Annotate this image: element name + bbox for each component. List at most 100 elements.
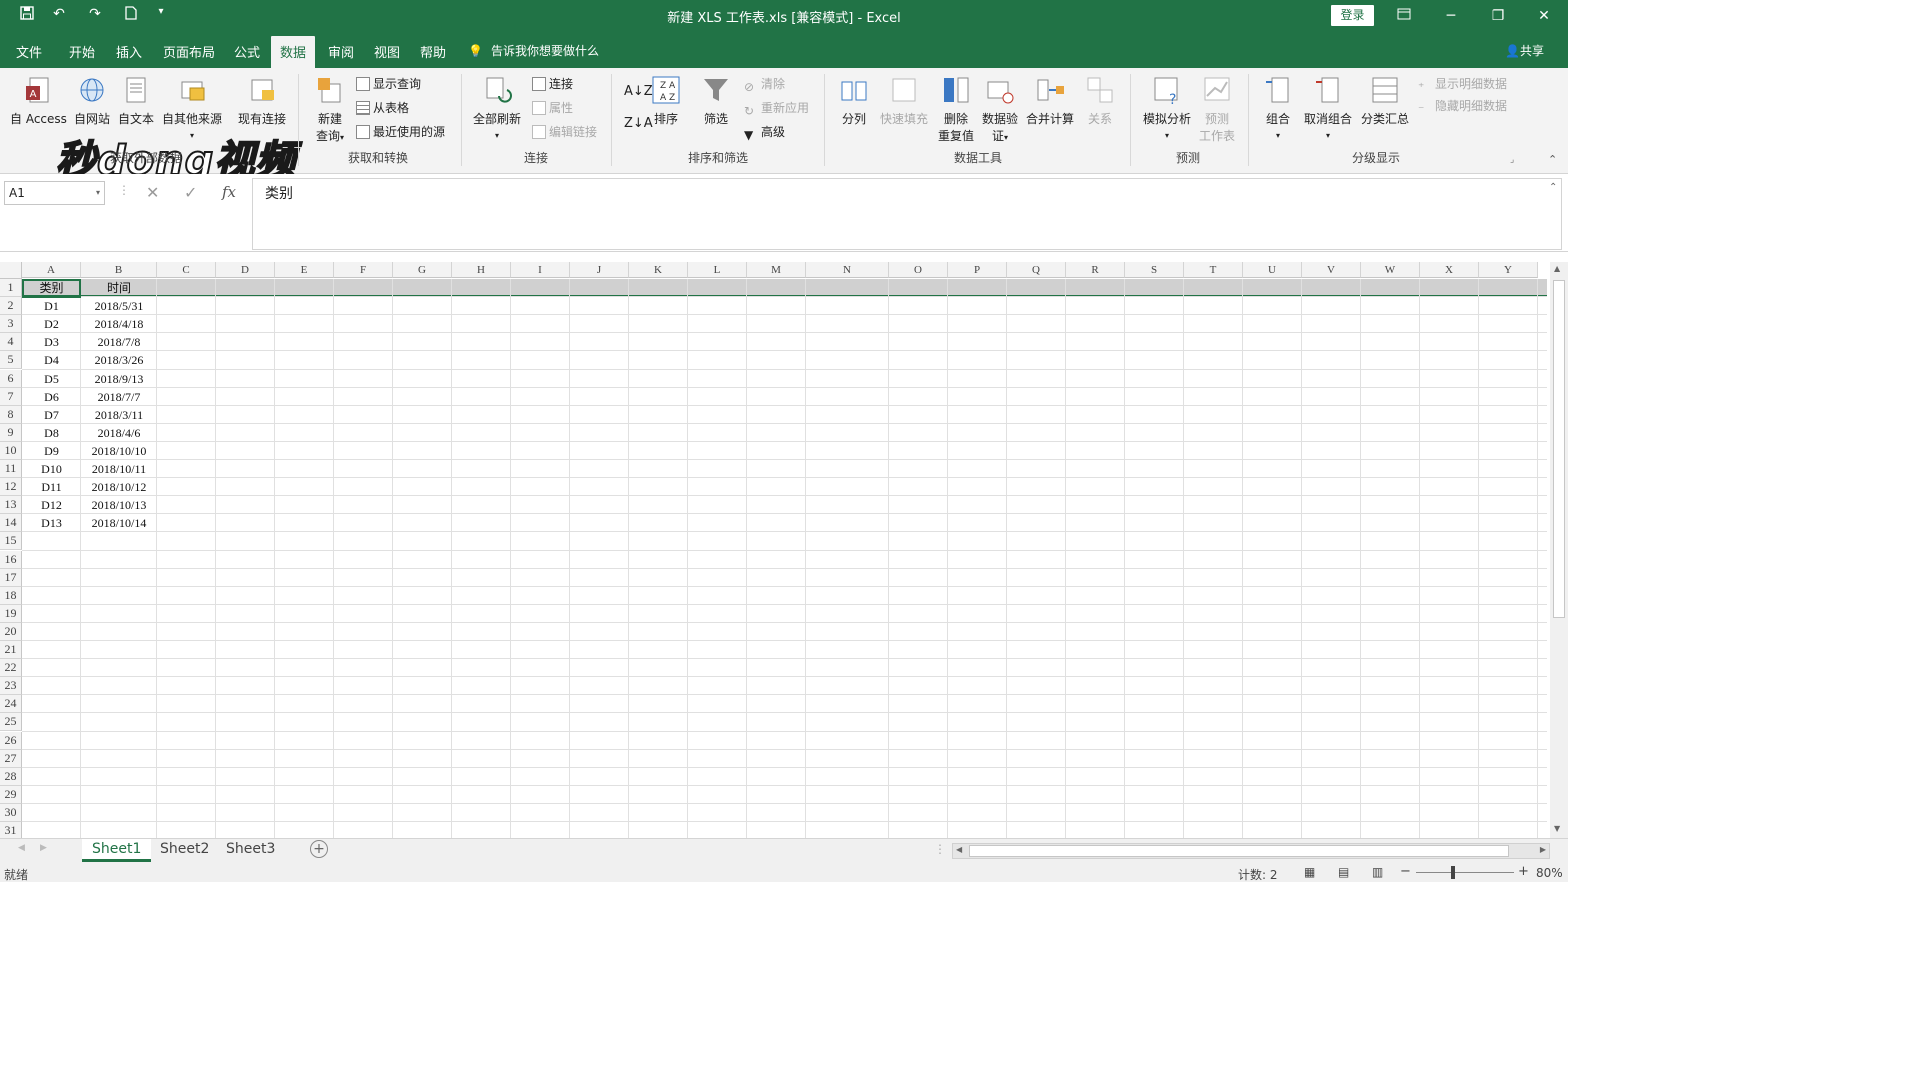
row-header[interactable]: 1: [0, 279, 22, 298]
page-layout-view-icon[interactable]: ▤: [1338, 865, 1349, 879]
row-header[interactable]: 17: [0, 568, 22, 587]
row-header[interactable]: 20: [0, 622, 22, 641]
column-header[interactable]: P: [948, 262, 1007, 278]
tab-page-layout[interactable]: 页面布局: [163, 42, 215, 61]
cancel-icon[interactable]: ✕: [146, 183, 159, 202]
group-button[interactable]: 组合 ▾: [1262, 74, 1294, 141]
filter-button[interactable]: 筛选: [700, 74, 732, 127]
tab-data[interactable]: 数据: [271, 36, 316, 68]
column-header[interactable]: X: [1420, 262, 1479, 278]
column-header[interactable]: C: [157, 262, 216, 278]
column-header[interactable]: O: [889, 262, 948, 278]
page-break-view-icon[interactable]: ▥: [1372, 865, 1383, 879]
sheet-tab-sheet3[interactable]: Sheet3: [216, 839, 285, 862]
dialog-launcher-icon[interactable]: ⌟: [1510, 150, 1514, 170]
row-header[interactable]: 6: [0, 369, 22, 388]
tab-insert[interactable]: 插入: [116, 42, 142, 61]
table-cell[interactable]: 2018/4/6: [81, 424, 157, 442]
table-cell[interactable]: D6: [22, 388, 81, 406]
row-header[interactable]: 3: [0, 315, 22, 334]
add-sheet-icon[interactable]: +: [310, 840, 328, 858]
row-header[interactable]: 2: [0, 297, 22, 316]
column-header[interactable]: E: [275, 262, 334, 278]
tab-help[interactable]: 帮助: [420, 42, 446, 61]
column-header[interactable]: K: [629, 262, 688, 278]
zoom-slider[interactable]: [1416, 872, 1514, 873]
table-cell[interactable]: D1: [22, 297, 81, 315]
table-cell[interactable]: D7: [22, 406, 81, 424]
row-header[interactable]: 27: [0, 749, 22, 768]
vertical-scroll-thumb[interactable]: [1553, 280, 1565, 618]
consolidate-button[interactable]: 合并计算: [1024, 74, 1076, 127]
row-header[interactable]: 13: [0, 496, 22, 515]
scroll-right-icon[interactable]: ▶: [1540, 845, 1546, 854]
ungroup-button[interactable]: 取消组合 ▾: [1302, 74, 1354, 141]
formula-input[interactable]: 类别: [252, 178, 1562, 250]
scroll-left-icon[interactable]: ◀: [956, 845, 962, 854]
reapply-button[interactable]: ↻ 重新应用: [744, 98, 809, 118]
prev-sheet-icon[interactable]: ◀: [18, 843, 25, 853]
tab-review[interactable]: 审阅: [328, 42, 354, 61]
table-cell[interactable]: D2: [22, 315, 81, 333]
tab-split-handle-icon[interactable]: ⋮: [934, 842, 946, 856]
scroll-up-icon[interactable]: ▲: [1554, 264, 1560, 273]
column-header[interactable]: G: [393, 262, 452, 278]
show-detail-button[interactable]: ⁺ 显示明细数据: [1418, 74, 1507, 94]
row-header[interactable]: 24: [0, 695, 22, 714]
row-header[interactable]: 9: [0, 423, 22, 442]
table-cell[interactable]: 2018/10/14: [81, 514, 157, 532]
column-header[interactable]: H: [452, 262, 511, 278]
column-header[interactable]: T: [1184, 262, 1243, 278]
table-cell[interactable]: D10: [22, 460, 81, 478]
new-query-button[interactable]: 新建 查询▾: [310, 74, 350, 144]
table-cell[interactable]: 2018/5/31: [81, 297, 157, 315]
row-header[interactable]: 19: [0, 604, 22, 623]
remove-duplicates-button[interactable]: 删除 重复值: [936, 74, 976, 144]
show-queries-button[interactable]: 显示查询: [356, 74, 421, 94]
login-button[interactable]: 登录: [1331, 5, 1374, 26]
zoom-in-icon[interactable]: +: [1518, 864, 1529, 879]
zoom-level[interactable]: 80%: [1536, 866, 1563, 880]
column-header[interactable]: R: [1066, 262, 1125, 278]
name-box[interactable]: A1 ▾: [4, 181, 105, 205]
row-header[interactable]: 30: [0, 803, 22, 822]
row-header[interactable]: 16: [0, 550, 22, 569]
enter-icon[interactable]: ✓: [184, 183, 197, 202]
table-cell[interactable]: 2018/4/18: [81, 315, 157, 333]
tab-view[interactable]: 视图: [374, 42, 400, 61]
column-header[interactable]: A: [22, 262, 81, 278]
row-header[interactable]: 11: [0, 460, 22, 479]
table-header-cell[interactable]: 时间: [81, 279, 157, 297]
row-header[interactable]: 15: [0, 532, 22, 551]
column-header[interactable]: M: [747, 262, 806, 278]
table-cell[interactable]: 2018/10/11: [81, 460, 157, 478]
table-cell[interactable]: 2018/10/12: [81, 478, 157, 496]
existing-connections-button[interactable]: 现有连接: [236, 74, 288, 127]
close-icon[interactable]: ✕: [1524, 4, 1564, 28]
row-header[interactable]: 10: [0, 441, 22, 460]
table-cell[interactable]: D12: [22, 496, 81, 514]
ribbon-display-options-icon[interactable]: [1384, 4, 1424, 28]
vertical-scrollbar[interactable]: ▲ ▼: [1550, 262, 1568, 838]
row-header[interactable]: 25: [0, 713, 22, 732]
collapse-ribbon-icon[interactable]: ⌃: [1548, 150, 1557, 170]
text-to-columns-button[interactable]: 分列: [838, 74, 870, 127]
from-web-button[interactable]: 自网站: [72, 74, 112, 127]
table-cell[interactable]: D4: [22, 351, 81, 369]
row-header[interactable]: 18: [0, 586, 22, 605]
flash-fill-button[interactable]: 快速填充: [878, 74, 930, 127]
row-header[interactable]: 23: [0, 677, 22, 696]
column-header[interactable]: F: [334, 262, 393, 278]
table-cell[interactable]: 2018/9/13: [81, 370, 157, 388]
row-header[interactable]: 5: [0, 351, 22, 370]
properties-button[interactable]: 属性: [532, 98, 573, 118]
forecast-sheet-button[interactable]: 预测 工作表: [1196, 74, 1238, 144]
sheet-tab-sheet2[interactable]: Sheet2: [150, 839, 219, 862]
restore-icon[interactable]: ❐: [1478, 4, 1518, 28]
from-text-button[interactable]: 自文本: [116, 74, 156, 127]
table-cell[interactable]: D5: [22, 370, 81, 388]
sheet-tab-sheet1[interactable]: Sheet1: [82, 839, 152, 862]
column-header[interactable]: S: [1125, 262, 1184, 278]
row-header[interactable]: 4: [0, 333, 22, 352]
advanced-filter-button[interactable]: ▼ 高级: [744, 122, 785, 142]
